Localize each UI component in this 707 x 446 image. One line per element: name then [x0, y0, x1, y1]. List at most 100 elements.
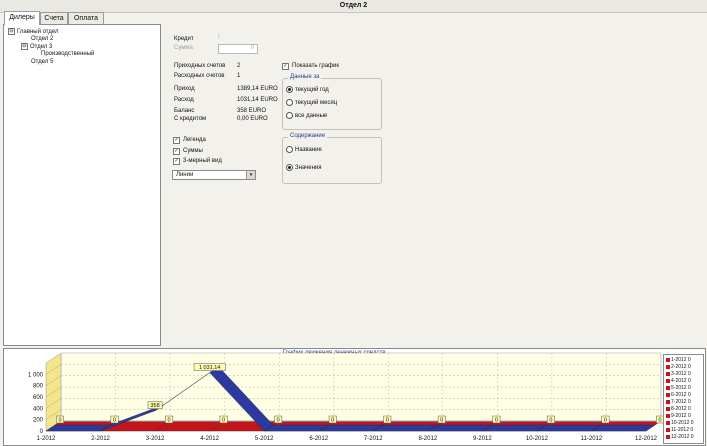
show-chart-label: Показать график: [292, 63, 339, 69]
y-tick-label: 1 000: [28, 372, 44, 378]
legend-label: Легенда: [183, 137, 206, 143]
legend-swatch: [666, 399, 670, 404]
radio-current-year[interactable]: текущий год: [286, 86, 329, 93]
department-tree[interactable]: ⊟ Главный отдел Отдел 2 ⊟ Отдел 3 Производ…: [3, 24, 161, 346]
department-details: Кредит ! Сумма 0 Приходных счетов 2 Расх…: [162, 24, 704, 344]
tree-item-dept2[interactable]: Отдел 2: [31, 36, 53, 42]
view3d-checkbox[interactable]: ✓: [173, 158, 180, 165]
legend-label: 10-2012 0: [671, 420, 694, 426]
series-2-ribbon-segment: [263, 424, 329, 432]
series-2-ribbon-segment: [536, 424, 601, 432]
legend-label: 6-2012 0: [671, 392, 691, 398]
legend-item: 2-2012 0: [666, 364, 691, 370]
legend-label: 8-2012 0: [671, 406, 691, 412]
x-tick-label: 1-2012: [37, 436, 56, 442]
radio-icon: [286, 99, 293, 106]
series-2-ribbon-segment: [318, 424, 383, 432]
legend-swatch: [666, 420, 670, 425]
chart-legend: 1-2012 0 2-2012 0 3-2012 0 4-2012 0 5-2012 0…: [663, 354, 704, 444]
show-chart-checkbox[interactable]: ✓: [282, 63, 289, 70]
radio-label: Название: [295, 147, 322, 154]
data-label: 0: [658, 418, 661, 424]
sums-checkbox[interactable]: ✓: [173, 148, 180, 155]
tree-item-dept5[interactable]: Отдел 5: [31, 59, 53, 65]
legend-label: 1-2012 0: [671, 357, 691, 363]
data-period-group: Данные за текущий год текущий месяц все …: [282, 74, 382, 130]
window-title: Отдел 2: [339, 2, 368, 9]
data-label: 0: [549, 418, 552, 424]
tree-item-dept3[interactable]: ⊟ Отдел 3: [21, 43, 52, 50]
check-icon: ✓: [174, 148, 179, 154]
series-2-ribbon-segment: [590, 424, 656, 432]
radio-current-month[interactable]: текущий месяц: [286, 99, 337, 106]
cashflow-chart-panel: График движения денежных средств 0200400…: [3, 348, 706, 446]
legend-item: 11-2012 0: [666, 427, 693, 433]
check-icon: ✓: [283, 63, 288, 69]
radio-icon: [286, 112, 293, 119]
content-group-title: Содержание: [288, 133, 328, 139]
collapse-icon[interactable]: ⊟: [21, 43, 28, 50]
legend-swatch: [666, 385, 670, 390]
legend-swatch: [666, 406, 670, 411]
radio-label: все данные: [295, 113, 328, 120]
legend-label: 9-2012 0: [671, 413, 691, 419]
tree-item-production[interactable]: Производственный: [41, 51, 94, 57]
series-2-ribbon-segment: [45, 424, 111, 432]
legend-item: 5-2012 0: [666, 385, 691, 391]
y-tick-label: 0: [40, 429, 44, 435]
data-label: 0: [495, 418, 498, 424]
series-2-ribbon-segment: [427, 424, 492, 432]
radio-all-data[interactable]: все данные: [286, 112, 327, 119]
series-2-ribbon-segment: [481, 424, 547, 432]
collapse-icon[interactable]: ⊟: [8, 28, 15, 35]
tab-invoices[interactable]: Счета: [40, 12, 68, 24]
radio-selected-icon: [286, 86, 293, 93]
sum-input[interactable]: 0: [218, 44, 258, 54]
x-tick-label: 6-2012: [309, 436, 328, 442]
sum-label: Сумма: [174, 45, 193, 51]
tree-item-label: Отдел 5: [31, 59, 54, 65]
legend-item: 10-2012 0: [666, 420, 694, 426]
legend-item: 7-2012 0: [666, 399, 691, 405]
legend-label: 3-2012 0: [671, 371, 691, 377]
credit-checkbox[interactable]: !: [218, 35, 220, 41]
legend-label: 5-2012 0: [671, 385, 691, 391]
x-tick-label: 5-2012: [255, 436, 274, 442]
radio-name[interactable]: Название: [286, 146, 322, 153]
sums-label: Суммы: [183, 148, 203, 154]
expense-value: 1031,14 EURO: [237, 97, 278, 103]
with-credit-value: 0,00 EURO: [237, 116, 268, 122]
tab-dealers[interactable]: Дилеры: [4, 11, 40, 25]
radio-label: текущий год: [295, 87, 329, 94]
incoming-value: 2: [237, 63, 241, 69]
credit-label: Кредит: [174, 36, 194, 42]
legend-swatch: [666, 357, 670, 362]
tab-payment[interactable]: Оплата: [68, 12, 104, 24]
legend-item: 4-2012 0: [666, 378, 691, 384]
view3d-label: 3-мерный вид: [183, 158, 222, 164]
data-label: 0: [440, 418, 443, 424]
legend-item: 12-2012 0: [666, 434, 694, 440]
outgoing-value: 1: [237, 73, 241, 79]
radio-icon: [286, 146, 293, 153]
balance-value: 358 EURO: [237, 108, 267, 114]
chevron-down-icon[interactable]: ▾: [246, 171, 255, 179]
y-tick-label: 200: [33, 418, 44, 424]
tree-item-label: Главный отдел: [17, 29, 59, 36]
x-tick-label: 10-2012: [526, 436, 549, 442]
x-tick-label: 4-2012: [200, 436, 219, 442]
data-label: 0: [604, 418, 607, 424]
radio-values[interactable]: Значения: [286, 164, 322, 171]
data-period-title: Данные за: [288, 74, 322, 80]
data-label: 1 031,14: [199, 365, 220, 371]
series-2-ribbon-segment: [372, 424, 438, 432]
chart-type-select[interactable]: Линии ▾: [172, 170, 256, 180]
x-tick-label: 3-2012: [146, 436, 165, 442]
outgoing-label: Расходных счетов: [174, 73, 225, 79]
legend-checkbox[interactable]: ✓: [173, 137, 180, 144]
check-icon: ✓: [174, 158, 179, 164]
legend-swatch: [666, 364, 670, 369]
incoming-label: Приходных счетов: [174, 63, 226, 69]
tree-item-main[interactable]: ⊟ Главный отдел: [8, 28, 58, 35]
x-tick-label: 8-2012: [418, 436, 437, 442]
